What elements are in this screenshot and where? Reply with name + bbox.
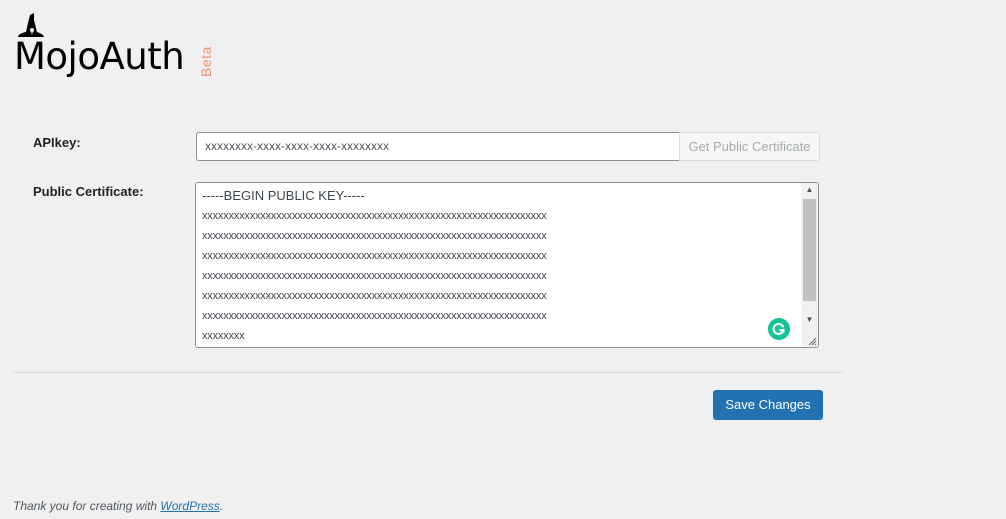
- cert-line: xxxxxxxx: [202, 330, 245, 342]
- divider: [13, 372, 844, 373]
- scroll-thumb[interactable]: [803, 199, 816, 301]
- apikey-label: APIkey:: [33, 135, 81, 150]
- cert-line: xxxxxxxxxxxxxxxxxxxxxxxxxxxxxxxxxxxxxxxx…: [202, 270, 547, 282]
- save-changes-button[interactable]: Save Changes: [713, 390, 823, 420]
- admin-footer: Thank you for creating with WordPress.: [13, 499, 223, 513]
- cert-line: xxxxxxxxxxxxxxxxxxxxxxxxxxxxxxxxxxxxxxxx…: [202, 230, 547, 242]
- get-public-certificate-button[interactable]: Get Public Certificate: [679, 132, 820, 161]
- scroll-up-arrow-icon[interactable]: ▲: [801, 183, 818, 197]
- resize-grip-icon[interactable]: [807, 336, 817, 346]
- cert-line: xxxxxxxxxxxxxxxxxxxxxxxxxxxxxxxxxxxxxxxx…: [202, 210, 547, 222]
- grammarly-icon[interactable]: [768, 318, 790, 340]
- footer-text: Thank you for creating with: [13, 499, 161, 513]
- beta-badge: Beta: [198, 46, 214, 77]
- cert-line: -----BEGIN PUBLIC KEY-----: [202, 188, 365, 203]
- textarea-scrollbar[interactable]: ▲ ▼: [801, 183, 818, 347]
- wordpress-link[interactable]: WordPress: [160, 499, 219, 513]
- cert-line: xxxxxxxxxxxxxxxxxxxxxxxxxxxxxxxxxxxxxxxx…: [202, 250, 547, 262]
- public-certificate-label: Public Certificate:: [33, 184, 144, 199]
- logo-text: MojoAuth: [14, 35, 185, 78]
- footer-suffix: .: [219, 499, 224, 513]
- cert-line: xxxxxxxxxxxxxxxxxxxxxxxxxxxxxxxxxxxxxxxx…: [202, 310, 547, 322]
- certificate-text: -----BEGIN PUBLIC KEY----- xxxxxxxxxxxxx…: [202, 186, 802, 346]
- public-certificate-textarea[interactable]: -----BEGIN PUBLIC KEY----- xxxxxxxxxxxxx…: [195, 182, 819, 348]
- cert-line: xxxxxxxxxxxxxxxxxxxxxxxxxxxxxxxxxxxxxxxx…: [202, 290, 547, 302]
- scroll-down-arrow-icon[interactable]: ▼: [801, 313, 818, 327]
- apikey-input[interactable]: xxxxxxxx-xxxx-xxxx-xxxx-xxxxxxxx: [196, 132, 680, 161]
- mojoauth-logo: MojoAuth Beta: [12, 10, 222, 80]
